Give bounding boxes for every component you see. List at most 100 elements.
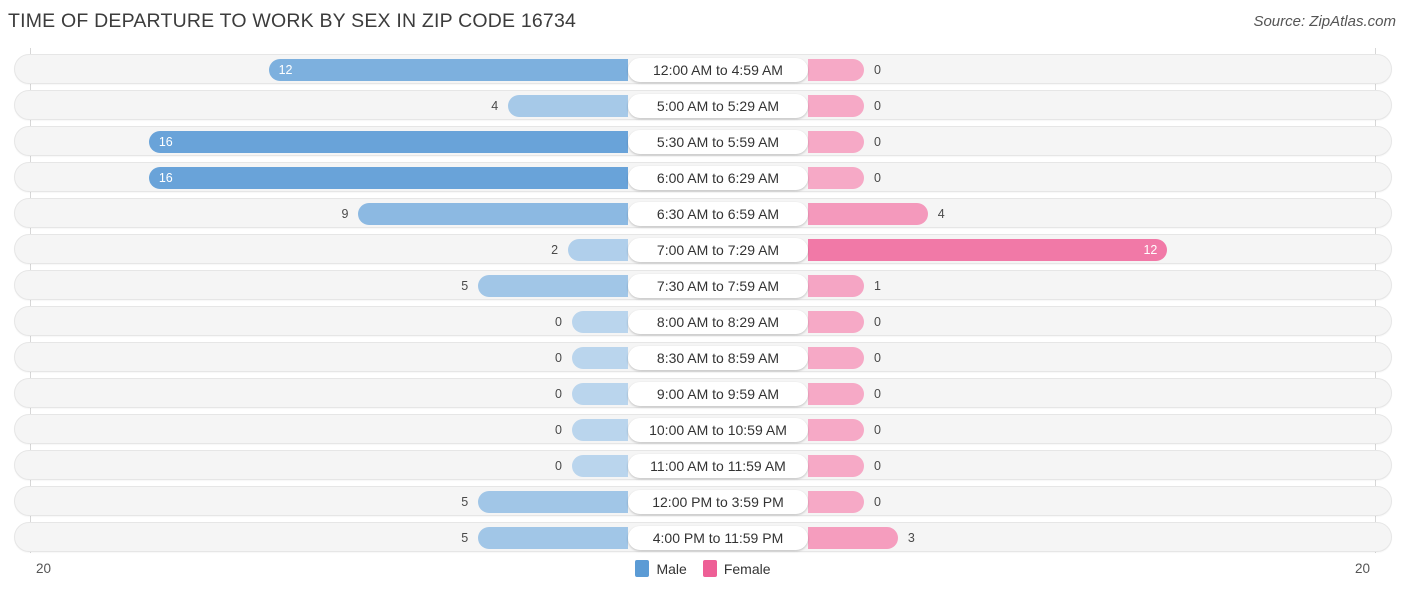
chart-legend: Male Female [0, 560, 1406, 577]
category-label: 8:30 AM to 8:59 AM [628, 346, 808, 370]
table-row: 4 0 5:00 AM to 5:29 AM [14, 90, 1392, 120]
female-value-label: 0 [874, 423, 881, 437]
female-bar [808, 419, 864, 441]
plot-area: 12 0 12:00 AM to 4:59 AM 4 0 5:00 AM to 5:29 … [0, 48, 1406, 553]
female-value-label: 0 [874, 99, 881, 113]
male-bar [478, 491, 628, 513]
female-bar [808, 311, 864, 333]
female-bar [808, 275, 864, 297]
female-value-label: 0 [874, 351, 881, 365]
source-attribution: Source: ZipAtlas.com [1253, 13, 1396, 30]
male-bar [572, 455, 628, 477]
male-bar [478, 275, 628, 297]
table-row: 16 0 5:30 AM to 5:59 AM [14, 126, 1392, 156]
category-label: 4:00 PM to 11:59 PM [628, 526, 808, 550]
male-bar-track: 5 [15, 487, 628, 517]
male-bar-track: 2 [15, 235, 628, 265]
chart-header: TIME OF DEPARTURE TO WORK BY SEX IN ZIP … [0, 0, 1406, 46]
female-bar [808, 203, 928, 225]
male-value-label: 0 [555, 315, 562, 329]
female-bar-track: 0 [808, 415, 1393, 445]
male-bar-track: 0 [15, 343, 628, 373]
female-bar [808, 347, 864, 369]
female-value-label: 0 [874, 315, 881, 329]
male-bar-track: 5 [15, 523, 628, 553]
female-bar [808, 59, 864, 81]
male-bar [572, 419, 628, 441]
table-row: 0 0 11:00 AM to 11:59 AM [14, 450, 1392, 480]
male-value-label: 5 [461, 279, 469, 293]
male-bar [508, 95, 628, 117]
female-bar [808, 95, 864, 117]
female-value-label: 0 [874, 459, 881, 473]
table-row: 5 3 4:00 PM to 11:59 PM [14, 522, 1392, 552]
category-label: 9:00 AM to 9:59 AM [628, 382, 808, 406]
male-bar-track: 12 [15, 55, 628, 85]
female-value-label: 0 [874, 135, 881, 149]
category-label: 6:00 AM to 6:29 AM [628, 166, 808, 190]
male-value-label: 0 [555, 387, 562, 401]
male-bar-track: 0 [15, 307, 628, 337]
table-row: 2 12 7:00 AM to 7:29 AM [14, 234, 1392, 264]
male-bar [572, 311, 628, 333]
female-value-label: 0 [874, 495, 881, 509]
female-bar-track: 0 [808, 451, 1393, 481]
category-label: 7:30 AM to 7:59 AM [628, 274, 808, 298]
female-bar-track: 4 [808, 199, 1393, 229]
female-value-label: 12 [1143, 243, 1158, 257]
male-value-label: 5 [461, 495, 469, 509]
male-value-label: 4 [491, 99, 499, 113]
female-value-label: 0 [874, 387, 881, 401]
legend-label: Male [656, 560, 687, 577]
table-row: 0 0 10:00 AM to 10:59 AM [14, 414, 1392, 444]
male-value-label: 9 [341, 207, 349, 221]
male-value-label: 2 [551, 243, 559, 257]
female-value-label: 0 [874, 63, 881, 77]
female-bar-track: 0 [808, 55, 1393, 85]
female-bar-track: 0 [808, 91, 1393, 121]
male-value-label: 5 [461, 531, 469, 545]
category-label: 5:30 AM to 5:59 AM [628, 130, 808, 154]
male-bar-track: 5 [15, 271, 628, 301]
female-value-label: 0 [874, 171, 881, 185]
legend-item-male[interactable]: Male [635, 560, 687, 577]
male-bar [568, 239, 628, 261]
male-bar-track: 16 [15, 163, 628, 193]
male-bar-track: 16 [15, 127, 628, 157]
legend-label: Female [723, 560, 771, 577]
female-bar-track: 0 [808, 127, 1393, 157]
table-row: 5 0 12:00 PM to 3:59 PM [14, 486, 1392, 516]
chart-container: TIME OF DEPARTURE TO WORK BY SEX IN ZIP … [0, 0, 1406, 595]
male-bar-track: 0 [15, 451, 628, 481]
table-row: 0 0 8:00 AM to 8:29 AM [14, 306, 1392, 336]
category-label: 12:00 AM to 4:59 AM [628, 58, 808, 82]
male-bar [572, 383, 628, 405]
male-bar [358, 203, 628, 225]
female-bar-track: 1 [808, 271, 1393, 301]
female-bar-track: 0 [808, 163, 1393, 193]
female-bar [808, 491, 864, 513]
male-bar [478, 527, 628, 549]
legend-swatch-icon [635, 560, 650, 577]
female-bar-track: 0 [808, 487, 1393, 517]
female-bar [808, 167, 864, 189]
male-bar: 12 [268, 59, 628, 81]
legend-item-female[interactable]: Female [702, 560, 771, 577]
male-value-label: 16 [158, 135, 173, 149]
male-bar [572, 347, 628, 369]
male-bar-track: 4 [15, 91, 628, 121]
female-bar-track: 0 [808, 343, 1393, 373]
category-label: 11:00 AM to 11:59 AM [628, 454, 808, 478]
male-bar: 16 [148, 131, 628, 153]
category-label: 6:30 AM to 6:59 AM [628, 202, 808, 226]
table-row: 16 0 6:00 AM to 6:29 AM [14, 162, 1392, 192]
female-bar: 12 [808, 239, 1168, 261]
category-label: 10:00 AM to 10:59 AM [628, 418, 808, 442]
female-bar [808, 527, 898, 549]
category-label: 5:00 AM to 5:29 AM [628, 94, 808, 118]
male-bar: 16 [148, 167, 628, 189]
male-bar-track: 0 [15, 415, 628, 445]
male-value-label: 16 [158, 171, 173, 185]
male-value-label: 12 [278, 63, 293, 77]
table-row: 12 0 12:00 AM to 4:59 AM [14, 54, 1392, 84]
